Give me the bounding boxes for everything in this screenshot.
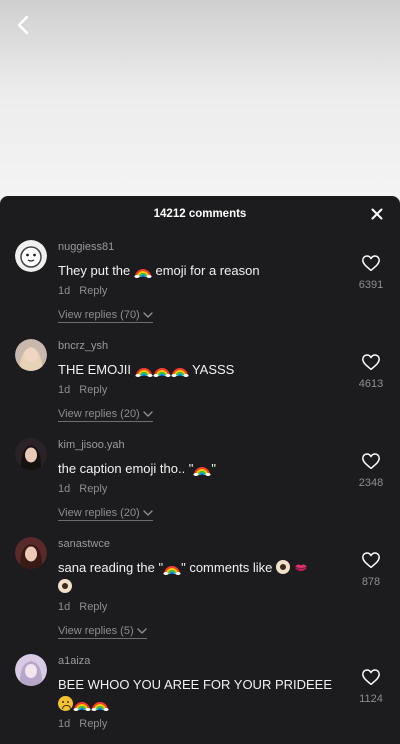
avatar[interactable]: [15, 438, 47, 470]
like-button[interactable]: 878: [356, 551, 386, 588]
comment-username[interactable]: kim_jisoo.yah: [58, 430, 340, 452]
avatar[interactable]: [15, 339, 47, 371]
comments-sheet: 14212 comments nuggiess81 They put the e…: [0, 196, 400, 744]
heart-icon: [361, 452, 381, 470]
view-replies-label: View replies (20): [58, 408, 140, 420]
comment-text: BEE WHOO YOU AREE FOR YOUR PRIDEEE: [58, 675, 340, 713]
chevron-down-icon: [137, 628, 147, 634]
comment-username[interactable]: nuggiess81: [58, 232, 340, 254]
rainbow-emoji-icon: [91, 697, 109, 711]
view-replies-label: View replies (5): [58, 625, 134, 637]
video-background: [0, 0, 400, 200]
comment-item: bncrz_ysh THE EMOJII YASSS 1d Reply View …: [0, 331, 400, 430]
view-replies-button[interactable]: View replies (5): [58, 624, 147, 639]
eye-emoji-icon: [58, 579, 72, 593]
chevron-down-icon: [143, 312, 153, 318]
comment-time: 1d: [58, 384, 71, 396]
view-replies-button[interactable]: View replies (20): [58, 506, 153, 521]
comment-username[interactable]: bncrz_ysh: [58, 331, 340, 353]
comment-time: 1d: [58, 601, 71, 613]
reply-button[interactable]: Reply: [79, 718, 107, 730]
close-button[interactable]: [368, 205, 386, 223]
chevron-down-icon: [143, 510, 153, 516]
comment-text-part: the caption emoji tho.. ": [58, 461, 194, 476]
comments-header: 14212 comments: [0, 196, 400, 232]
like-count: 2348: [358, 477, 384, 489]
rainbow-emoji-icon: [153, 363, 171, 377]
comment-text-part: emoji for a reason: [151, 263, 260, 278]
close-icon: [371, 208, 383, 220]
like-count: 6391: [358, 279, 384, 291]
eye-emoji-icon: [276, 560, 291, 574]
comment-meta: 1d Reply: [58, 600, 340, 614]
comment-meta: 1d Reply: [58, 383, 340, 397]
comment-text: THE EMOJII YASSS: [58, 360, 340, 379]
chevron-left-icon: [17, 15, 29, 35]
rainbow-emoji-icon: [193, 462, 211, 476]
heart-icon: [361, 668, 381, 686]
view-replies-label: View replies (70): [58, 309, 140, 321]
like-count: 1124: [359, 693, 383, 705]
rainbow-emoji-icon: [171, 363, 189, 377]
comment-item: sanastwce sana reading the " " comments l…: [0, 529, 400, 646]
like-count: 878: [361, 576, 381, 588]
view-replies-button[interactable]: View replies (20): [58, 407, 153, 422]
comment-username[interactable]: a1aiza: [58, 646, 340, 668]
rainbow-emoji-icon: [73, 697, 91, 711]
comment-list: nuggiess81 They put the emoji for a reas…: [0, 232, 400, 744]
like-button[interactable]: 2348: [356, 452, 386, 489]
comment-meta: 1d Reply: [58, 482, 340, 496]
heart-icon: [361, 254, 381, 272]
sad-face-emoji-icon: [58, 696, 73, 711]
back-button[interactable]: [8, 10, 38, 40]
view-replies-label: View replies (20): [58, 507, 140, 519]
comment-time: 1d: [58, 285, 71, 297]
comment-item: nuggiess81 They put the emoji for a reas…: [0, 232, 400, 331]
rainbow-emoji-icon: [135, 363, 153, 377]
comment-meta: 1d Reply: [58, 284, 340, 298]
reply-button[interactable]: Reply: [79, 285, 107, 297]
lips-emoji-icon: [294, 564, 307, 571]
rainbow-emoji-icon: [163, 561, 181, 575]
heart-icon: [361, 551, 381, 569]
like-button[interactable]: 6391: [356, 254, 386, 291]
avatar[interactable]: [15, 240, 47, 272]
comment-text-part: BEE WHOO YOU AREE FOR YOUR PRIDEEE: [58, 677, 333, 692]
comment-text-part: ": [211, 461, 217, 476]
comment-time: 1d: [58, 718, 71, 730]
comment-meta: 1d Reply: [58, 717, 340, 731]
comment-text-part: sana reading the ": [58, 560, 164, 575]
comment-text-part: THE EMOJII: [58, 362, 135, 377]
avatar[interactable]: [15, 654, 47, 686]
comment-text-part: They put the: [58, 263, 134, 278]
heart-icon: [361, 353, 381, 371]
comment-text: sana reading the " " comments like: [58, 558, 340, 596]
comment-text-part: YASSS: [188, 362, 235, 377]
like-button[interactable]: 1124: [356, 668, 386, 705]
rainbow-emoji-icon: [134, 264, 152, 278]
reply-button[interactable]: Reply: [79, 384, 107, 396]
comment-item: a1aiza BEE WHOO YOU AREE FOR YOUR PRIDEE…: [0, 646, 400, 744]
comment-text-part: " comments like: [181, 560, 277, 575]
reply-button[interactable]: Reply: [79, 601, 107, 613]
comments-count-title: 14212 comments: [153, 208, 247, 220]
reply-button[interactable]: Reply: [79, 483, 107, 495]
chevron-down-icon: [143, 411, 153, 417]
avatar[interactable]: [15, 537, 47, 569]
comment-text: They put the emoji for a reason: [58, 261, 340, 280]
comment-username[interactable]: sanastwce: [58, 529, 340, 551]
like-count: 4613: [358, 378, 384, 390]
comment-time: 1d: [58, 483, 71, 495]
view-replies-button[interactable]: View replies (70): [58, 308, 153, 323]
comment-item: kim_jisoo.yah the caption emoji tho.. " "…: [0, 430, 400, 529]
like-button[interactable]: 4613: [356, 353, 386, 390]
comment-text: the caption emoji tho.. " ": [58, 459, 340, 478]
